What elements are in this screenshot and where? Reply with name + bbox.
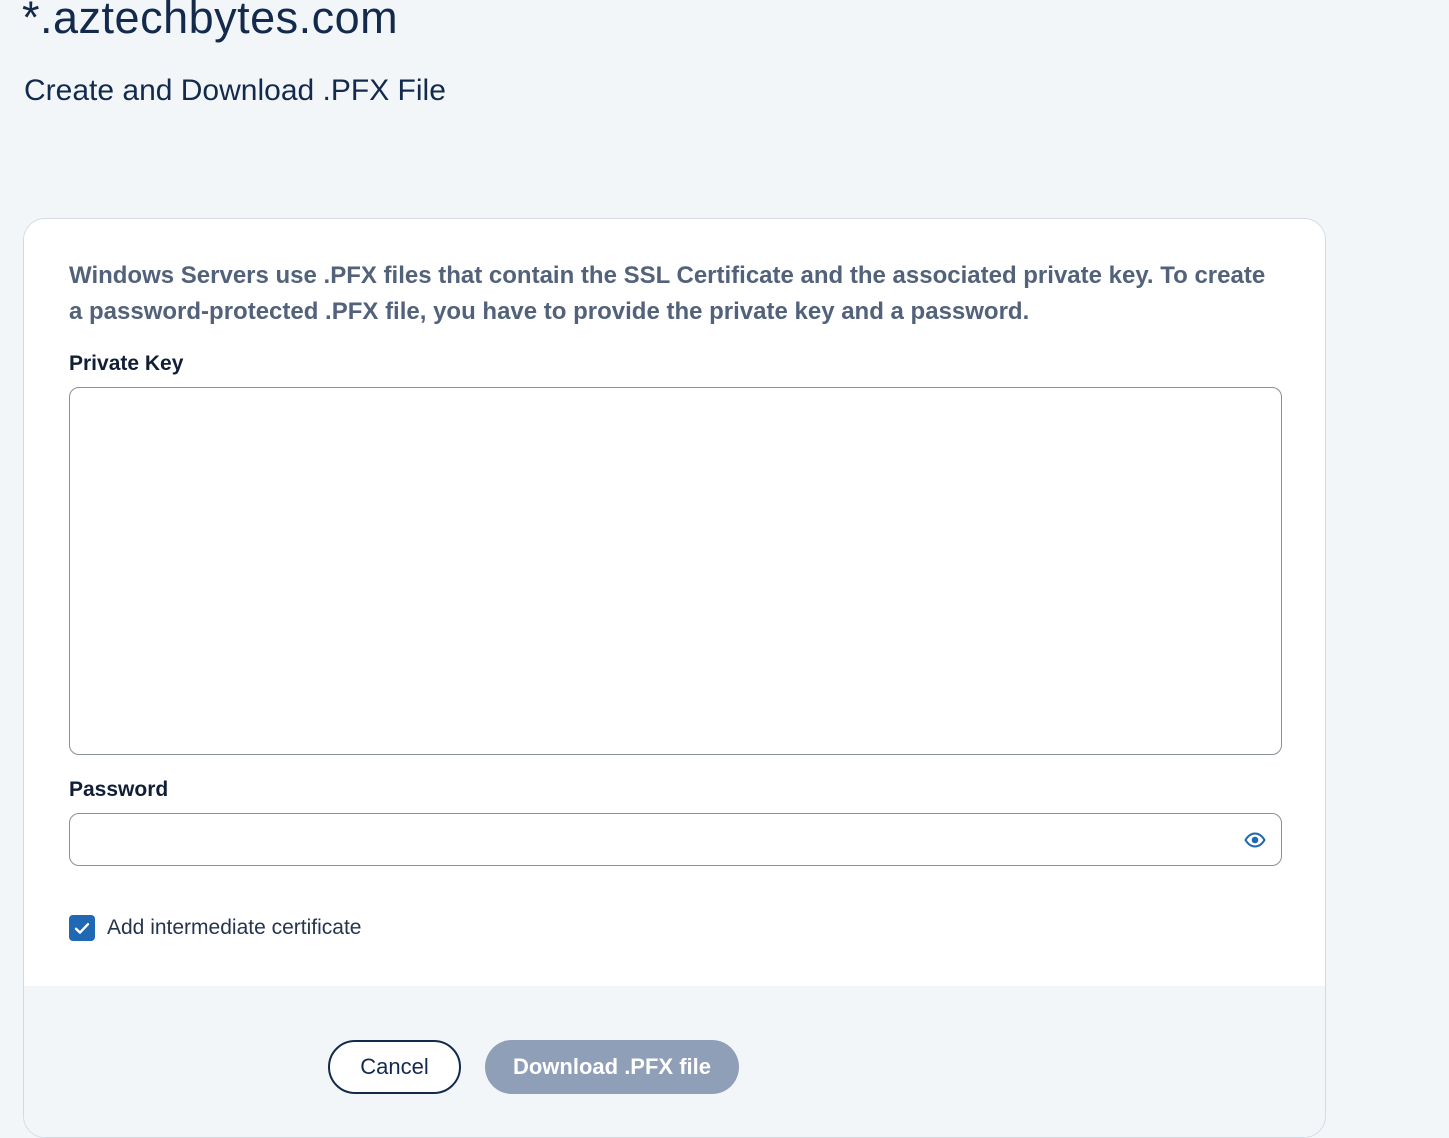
checkmark-icon: [74, 922, 90, 934]
pfx-description: Windows Servers use .PFX files that cont…: [69, 262, 1266, 325]
pfx-form-card: Windows Servers use .PFX files that cont…: [23, 218, 1326, 1138]
form-body: Windows Servers use .PFX files that cont…: [24, 219, 1325, 986]
cancel-button[interactable]: Cancel: [328, 1040, 461, 1094]
intermediate-certificate-label: Add intermediate certificate: [107, 916, 362, 939]
page-subtitle: Create and Download .PFX File: [24, 74, 446, 107]
domain-title: *.aztechbytes.com: [22, 0, 399, 43]
download-pfx-button[interactable]: Download .PFX file: [485, 1040, 739, 1094]
password-input[interactable]: [82, 822, 1226, 858]
intermediate-certificate-checkbox[interactable]: [69, 915, 95, 941]
password-label: Password: [69, 778, 169, 801]
intermediate-certificate-checkbox-row[interactable]: Add intermediate certificate: [69, 914, 361, 942]
form-footer: Cancel Download .PFX file: [24, 986, 1325, 1137]
private-key-label: Private Key: [69, 352, 184, 375]
private-key-textarea[interactable]: [69, 387, 1282, 755]
eye-icon[interactable]: [1241, 826, 1269, 854]
password-field: [69, 813, 1282, 866]
